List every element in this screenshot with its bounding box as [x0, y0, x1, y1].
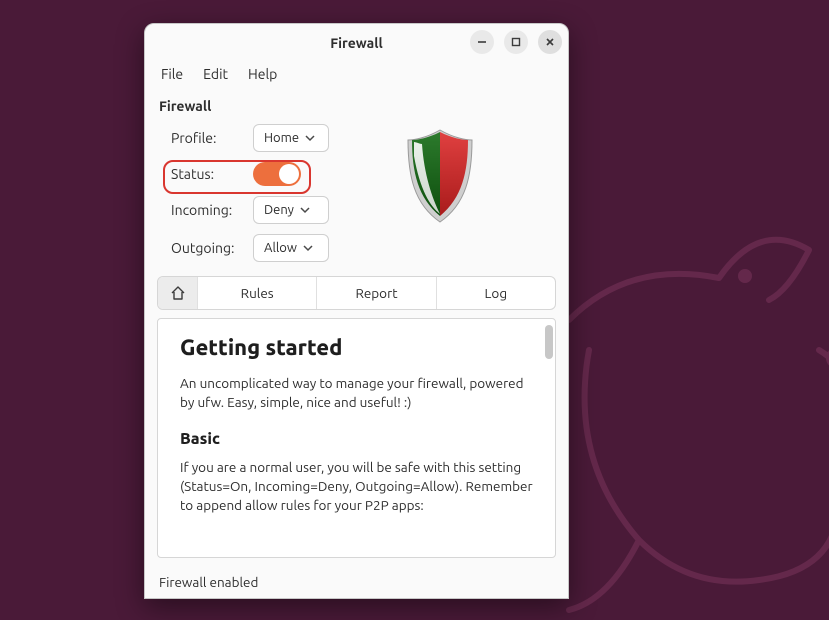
menu-edit[interactable]: Edit	[195, 64, 236, 84]
tab-rules[interactable]: Rules	[198, 277, 317, 309]
content-heading: Getting started	[180, 335, 533, 360]
profile-value: Home	[264, 131, 299, 145]
status-label: Status:	[171, 166, 243, 182]
shield-icon	[400, 126, 480, 226]
tab-report[interactable]: Report	[317, 277, 436, 309]
chevron-down-icon	[303, 243, 313, 253]
menu-help[interactable]: Help	[240, 64, 285, 84]
tabs: Rules Report Log	[157, 276, 556, 310]
statusbar: Firewall enabled	[145, 566, 568, 598]
outgoing-label: Outgoing:	[171, 240, 243, 256]
outgoing-value: Allow	[264, 241, 297, 255]
chevron-down-icon	[305, 133, 315, 143]
menubar: File Edit Help	[145, 62, 568, 90]
outgoing-select[interactable]: Allow	[253, 234, 329, 262]
incoming-label: Incoming:	[171, 202, 243, 218]
section-title: Firewall	[145, 90, 568, 118]
toggle-knob	[279, 164, 299, 184]
profile-select[interactable]: Home	[253, 124, 329, 152]
chevron-down-icon	[300, 205, 310, 215]
firewall-window: Firewall File Edit Help Firewall Profile…	[144, 23, 569, 599]
settings-grid: Profile: Home Status: Incoming: Deny Out…	[145, 118, 568, 276]
incoming-select[interactable]: Deny	[253, 196, 329, 224]
content-pane: Getting started An uncomplicated way to …	[157, 318, 556, 558]
content-paragraph: An uncomplicated way to manage your fire…	[180, 374, 533, 412]
incoming-value: Deny	[264, 203, 294, 217]
profile-label: Profile:	[171, 130, 243, 146]
tab-log[interactable]: Log	[437, 277, 555, 309]
content-paragraph: If you are a normal user, you will be sa…	[180, 458, 533, 515]
minimize-button[interactable]	[470, 30, 494, 54]
status-toggle[interactable]	[253, 162, 301, 186]
titlebar: Firewall	[145, 24, 568, 62]
close-button[interactable]	[538, 30, 562, 54]
maximize-button[interactable]	[504, 30, 528, 54]
tab-home[interactable]	[158, 277, 198, 309]
window-title: Firewall	[330, 35, 382, 51]
content-subheading: Basic	[180, 430, 533, 448]
home-icon	[170, 285, 186, 301]
menu-file[interactable]: File	[153, 64, 191, 84]
scrollbar[interactable]	[545, 325, 553, 359]
